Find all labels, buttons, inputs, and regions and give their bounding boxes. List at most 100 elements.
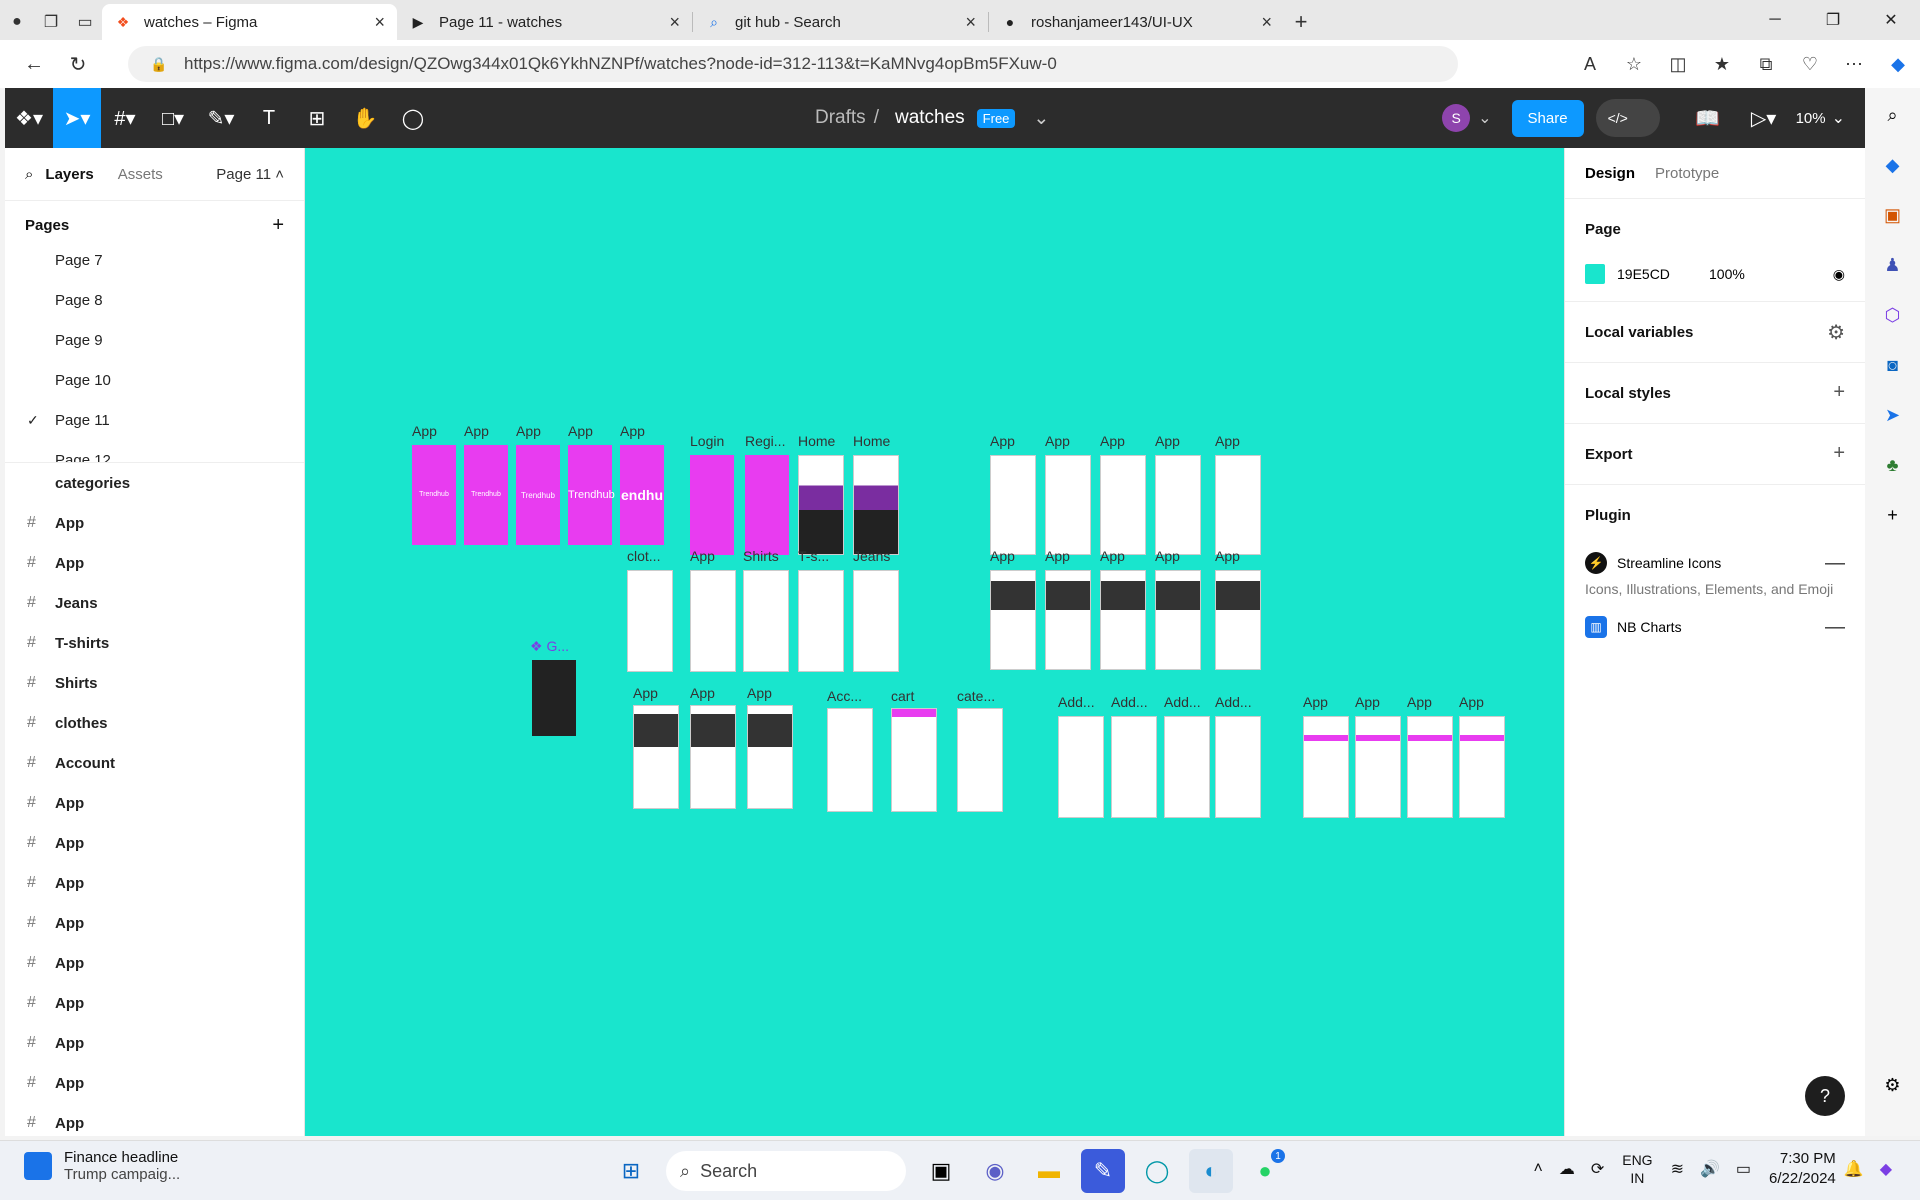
watch-frame[interactable]	[690, 705, 736, 809]
layer-item[interactable]: # Shirts	[5, 663, 304, 703]
layer-item[interactable]: # App	[5, 543, 304, 583]
product-frame[interactable]	[1155, 455, 1201, 555]
frame-label[interactable]: Login	[690, 433, 724, 449]
close-window-icon[interactable]: ✕	[1862, 0, 1920, 40]
back-icon[interactable]: ←	[12, 44, 56, 84]
copilot-icon[interactable]: ⬡	[1878, 300, 1908, 330]
url-field[interactable]: 🔒 https://www.figma.com/design/QZOwg344x…	[128, 46, 1458, 82]
frame-label[interactable]: App	[620, 423, 645, 439]
new-tab-icon[interactable]: +	[1284, 4, 1318, 40]
frame-label[interactable]: Add...	[1111, 694, 1148, 710]
product-frame[interactable]	[1215, 455, 1261, 555]
layer-item[interactable]: # App	[5, 903, 304, 943]
close-tab-icon[interactable]: ×	[1261, 12, 1272, 33]
product-frame[interactable]	[990, 570, 1036, 670]
tab-search[interactable]: ⌕ git hub - Search ×	[693, 4, 988, 40]
splash-frame[interactable]: Trendhub	[464, 445, 508, 545]
share-button[interactable]: Share	[1511, 99, 1584, 137]
frame-label[interactable]: App	[1155, 433, 1180, 449]
layer-item[interactable]: # Account	[5, 743, 304, 783]
minimize-icon[interactable]: ─	[1746, 0, 1804, 40]
frame-label[interactable]: App	[412, 423, 437, 439]
eye-icon[interactable]: ◉	[1833, 266, 1845, 283]
ring-app-icon[interactable]: ◯	[1135, 1149, 1179, 1193]
address-frame[interactable]	[1111, 716, 1157, 818]
frame-label[interactable]: App	[1215, 548, 1240, 564]
register-frame[interactable]	[745, 455, 789, 555]
home-frame[interactable]	[853, 455, 899, 555]
chevron-down-icon[interactable]: ⌄	[1832, 108, 1845, 128]
tab-actions-icon[interactable]: ▭	[68, 4, 102, 40]
drafts-link[interactable]: Drafts	[815, 107, 866, 129]
tab-prototype[interactable]: Prototype	[1655, 165, 1719, 182]
clothes-frame[interactable]	[743, 570, 789, 672]
frame-label[interactable]: cart	[891, 688, 914, 704]
present-icon[interactable]: ▷▾	[1732, 88, 1796, 148]
account-frame[interactable]	[827, 708, 873, 812]
frame-label[interactable]: App	[1407, 694, 1432, 710]
frame-label[interactable]: App	[1155, 548, 1180, 564]
clothes-frame[interactable]	[690, 570, 736, 672]
maximize-icon[interactable]: ❐	[1804, 0, 1862, 40]
frame-label[interactable]: Jeans	[853, 548, 890, 564]
layer-item[interactable]: # App	[5, 983, 304, 1023]
variables-icon[interactable]: ⚙	[1827, 320, 1845, 345]
file-explorer-icon[interactable]: ▬	[1027, 1149, 1071, 1193]
page-item[interactable]: Page 8	[5, 280, 304, 320]
tree-icon[interactable]: ♣	[1878, 450, 1908, 480]
chevron-up-icon[interactable]: ˄	[1533, 1160, 1542, 1178]
product-frame[interactable]	[1045, 455, 1091, 555]
frame-label[interactable]: App	[464, 423, 489, 439]
text-tool-icon[interactable]: T	[245, 88, 293, 148]
start-icon[interactable]: ⊞	[609, 1149, 653, 1193]
layer-item[interactable]: # App	[5, 823, 304, 863]
frame-label[interactable]: App	[1045, 548, 1070, 564]
pen-tool-icon[interactable]: ✎▾	[197, 88, 245, 148]
frame-label[interactable]: Add...	[1164, 694, 1201, 710]
resources-icon[interactable]: ⊞	[293, 88, 341, 148]
component-label[interactable]: ❖ G...	[530, 638, 569, 655]
plugin-item[interactable]: ⚡ Streamline Icons —	[1585, 545, 1845, 581]
edge-icon[interactable]: ◐	[1189, 1149, 1233, 1193]
page-color-value[interactable]: 19E5CD	[1617, 266, 1709, 282]
local-styles-section[interactable]: Local styles +	[1565, 362, 1865, 423]
product-frame[interactable]	[1100, 570, 1146, 670]
layer-item[interactable]: # App	[5, 1063, 304, 1103]
frame-label[interactable]: App	[747, 685, 772, 701]
teams-icon[interactable]: ◉	[973, 1149, 1017, 1193]
help-button[interactable]: ?	[1805, 1076, 1845, 1116]
frame-label[interactable]: Home	[853, 433, 890, 449]
frame-label[interactable]: Regi...	[745, 433, 785, 449]
payment-frame[interactable]	[1407, 716, 1453, 818]
tag-icon[interactable]: ◆	[1878, 150, 1908, 180]
search-icon[interactable]: ⌕	[25, 166, 33, 183]
page-item[interactable]: Page 12	[5, 440, 304, 463]
file-name[interactable]: watches	[895, 107, 965, 129]
profile-icon[interactable]: ●	[0, 4, 34, 40]
news-widget[interactable]: Finance headline Trump campaig...	[24, 1149, 180, 1183]
clock[interactable]: 7:30 PM 6/22/2024	[1769, 1149, 1836, 1189]
address-frame[interactable]	[1164, 716, 1210, 818]
close-tab-icon[interactable]: ×	[669, 12, 680, 33]
splash-frame[interactable]: Trendhub	[568, 445, 615, 545]
cart-frame[interactable]	[891, 708, 937, 812]
frame-label[interactable]: App	[633, 685, 658, 701]
frame-label[interactable]: Add...	[1058, 694, 1095, 710]
language-indicator[interactable]: ENG IN	[1622, 1151, 1652, 1187]
frame-label[interactable]: App	[990, 548, 1015, 564]
layer-item[interactable]: # App	[5, 1023, 304, 1063]
frame-label[interactable]: cate...	[957, 688, 995, 704]
frame-label[interactable]: App	[1215, 433, 1240, 449]
remove-icon[interactable]: —	[1825, 616, 1845, 639]
login-frame[interactable]	[690, 455, 734, 555]
product-frame[interactable]	[1155, 570, 1201, 670]
send-icon[interactable]: ➤	[1878, 400, 1908, 430]
frame-label[interactable]: App	[516, 423, 541, 439]
workspaces-icon[interactable]: ❐	[34, 4, 68, 40]
export-section[interactable]: Export +	[1565, 423, 1865, 484]
favorite-icon[interactable]: ☆	[1612, 44, 1656, 84]
product-frame[interactable]	[1215, 570, 1261, 670]
frame-label[interactable]: App	[1355, 694, 1380, 710]
games-icon[interactable]: ♟	[1878, 250, 1908, 280]
read-aloud-icon[interactable]: A	[1568, 44, 1612, 84]
